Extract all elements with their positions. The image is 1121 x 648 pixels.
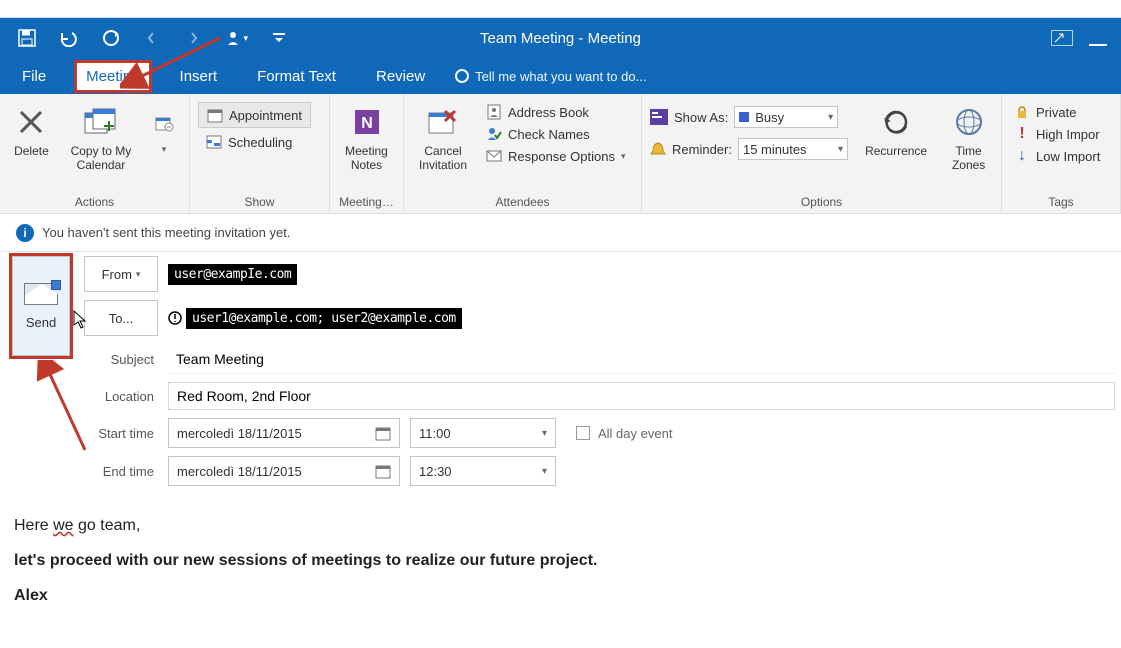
cancel-invitation-icon bbox=[425, 104, 461, 140]
check-names-button[interactable]: Check Names bbox=[482, 124, 629, 144]
onenote-icon: N bbox=[349, 104, 385, 140]
time-zones-button[interactable]: Time Zones bbox=[944, 98, 993, 172]
address-book-button[interactable]: Address Book bbox=[482, 102, 629, 122]
send-label: Send bbox=[26, 315, 56, 330]
tab-review[interactable]: Review bbox=[366, 62, 435, 91]
scheduling-icon bbox=[206, 134, 222, 150]
tell-me-search[interactable]: Tell me what you want to do... bbox=[455, 69, 646, 84]
to-required-icon bbox=[168, 311, 182, 325]
delete-icon bbox=[13, 104, 49, 140]
appointment-icon bbox=[207, 107, 223, 123]
location-input[interactable] bbox=[168, 382, 1115, 410]
recurrence-button[interactable]: Recurrence bbox=[862, 98, 930, 158]
copy-calendar-icon bbox=[83, 104, 119, 140]
save-icon[interactable] bbox=[16, 27, 38, 49]
forward-small-icon bbox=[146, 104, 182, 140]
copy-to-calendar-button[interactable]: Copy to My Calendar bbox=[63, 98, 139, 172]
private-button[interactable]: Private bbox=[1010, 102, 1104, 122]
group-label-attendees: Attendees bbox=[412, 193, 633, 211]
subject-label: Subject bbox=[84, 352, 158, 367]
address-book-icon bbox=[486, 104, 502, 120]
showas-label: Show As: bbox=[674, 110, 728, 125]
high-importance-icon: ! bbox=[1014, 126, 1030, 142]
scheduling-button[interactable]: Scheduling bbox=[198, 130, 311, 154]
prev-icon[interactable] bbox=[142, 27, 164, 49]
to-button[interactable]: To... bbox=[84, 300, 158, 336]
cancel-invitation-button[interactable]: Cancel Invitation bbox=[412, 98, 474, 172]
calendar-icon bbox=[375, 425, 391, 441]
subject-input[interactable] bbox=[168, 344, 1115, 374]
low-importance-icon: ↓ bbox=[1014, 148, 1030, 164]
message-body[interactable]: Here we go team, let's proceed with our … bbox=[0, 494, 1121, 634]
redo-icon[interactable] bbox=[100, 27, 122, 49]
lock-icon bbox=[1014, 104, 1030, 120]
ribbon: Delete Copy to My Calendar ▾ Actions App… bbox=[0, 94, 1121, 214]
end-time-combo[interactable]: 12:30▾ bbox=[410, 456, 556, 486]
from-button[interactable]: From▾ bbox=[84, 256, 158, 292]
start-time-label: Start time bbox=[84, 426, 158, 441]
showas-icon bbox=[650, 109, 668, 125]
group-label-tags: Tags bbox=[1010, 193, 1112, 211]
tab-meeting[interactable]: Meeting bbox=[76, 62, 149, 91]
all-day-checkbox[interactable]: All day event bbox=[576, 426, 672, 441]
svg-text:N: N bbox=[361, 115, 373, 132]
reminder-label: Reminder: bbox=[672, 142, 732, 157]
group-label-actions: Actions bbox=[8, 193, 181, 211]
response-options-button[interactable]: Response Options ▾ bbox=[482, 146, 629, 166]
showas-combo[interactable]: Busy ▾ bbox=[734, 106, 838, 128]
from-value: user@exampIe.com bbox=[168, 264, 297, 285]
response-options-icon bbox=[486, 148, 502, 164]
location-label: Location bbox=[84, 389, 158, 404]
delete-button[interactable]: Delete bbox=[8, 98, 55, 158]
ribbon-tabs: File Meeting Insert Format Text Review T… bbox=[0, 58, 1121, 94]
low-importance-button[interactable]: ↓ Low Import bbox=[1010, 146, 1104, 166]
end-date-combo[interactable]: mercoledì 18/11/2015 bbox=[168, 456, 400, 486]
check-names-icon bbox=[486, 126, 502, 142]
title-bar: ▾ Team Meeting - Meeting bbox=[0, 18, 1121, 58]
skype-presence-icon[interactable]: ▾ bbox=[226, 27, 248, 49]
calendar-icon bbox=[375, 463, 391, 479]
reminder-icon bbox=[650, 141, 666, 157]
end-time-label: End time bbox=[84, 464, 158, 479]
window-title: Team Meeting - Meeting bbox=[480, 30, 641, 47]
appointment-button[interactable]: Appointment bbox=[198, 102, 311, 128]
minimize-icon[interactable] bbox=[1083, 30, 1113, 46]
recurrence-icon bbox=[878, 104, 914, 140]
start-time-combo[interactable]: 11:00▾ bbox=[410, 418, 556, 448]
send-button[interactable]: Send bbox=[12, 256, 70, 356]
group-label-meeting: Meeting… bbox=[338, 193, 395, 211]
qat-customize-icon[interactable] bbox=[268, 27, 290, 49]
group-label-show: Show bbox=[198, 193, 321, 211]
globe-icon bbox=[951, 104, 987, 140]
ribbon-display-options-icon[interactable] bbox=[1051, 30, 1073, 46]
bulb-icon bbox=[455, 69, 469, 83]
reminder-combo[interactable]: 15 minutes ▾ bbox=[738, 138, 848, 160]
tab-format-text[interactable]: Format Text bbox=[247, 62, 346, 91]
to-value[interactable]: user1@example.com; user2@example.com bbox=[186, 308, 462, 329]
info-text: You haven't sent this meeting invitation… bbox=[42, 225, 290, 240]
tab-insert[interactable]: Insert bbox=[170, 62, 228, 91]
undo-icon[interactable] bbox=[58, 27, 80, 49]
info-icon: i bbox=[16, 224, 34, 242]
window-menubar: x bbox=[0, 0, 1121, 18]
tab-file[interactable]: File bbox=[12, 62, 56, 91]
start-date-combo[interactable]: mercoledì 18/11/2015 bbox=[168, 418, 400, 448]
tell-me-placeholder: Tell me what you want to do... bbox=[475, 69, 646, 84]
next-icon[interactable] bbox=[184, 27, 206, 49]
actions-forward-button[interactable]: ▾ bbox=[147, 98, 181, 155]
info-bar: i You haven't sent this meeting invitati… bbox=[0, 214, 1121, 252]
send-envelope-icon bbox=[24, 283, 58, 305]
high-importance-button[interactable]: ! High Impor bbox=[1010, 124, 1104, 144]
group-label-options: Options bbox=[650, 193, 993, 211]
meeting-notes-button[interactable]: N Meeting Notes bbox=[338, 98, 395, 172]
